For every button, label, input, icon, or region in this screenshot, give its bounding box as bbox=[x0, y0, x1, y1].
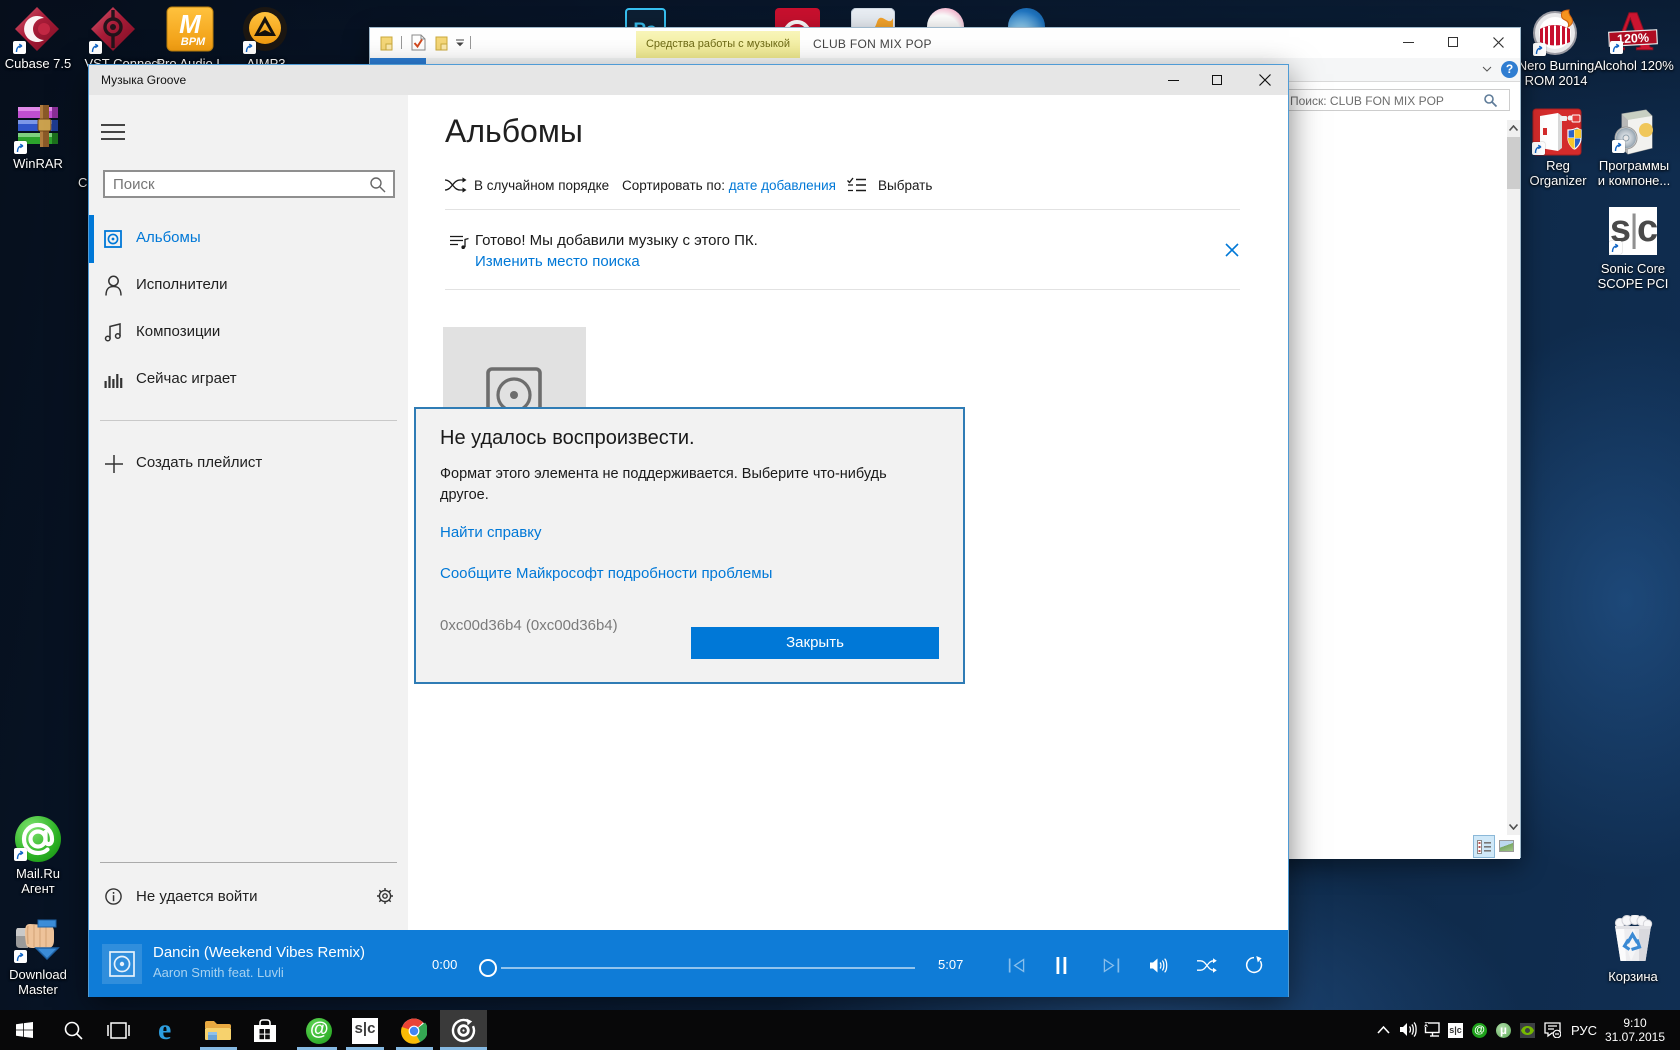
svg-text:BPM: BPM bbox=[181, 36, 206, 48]
svg-text:M: M bbox=[179, 9, 202, 39]
